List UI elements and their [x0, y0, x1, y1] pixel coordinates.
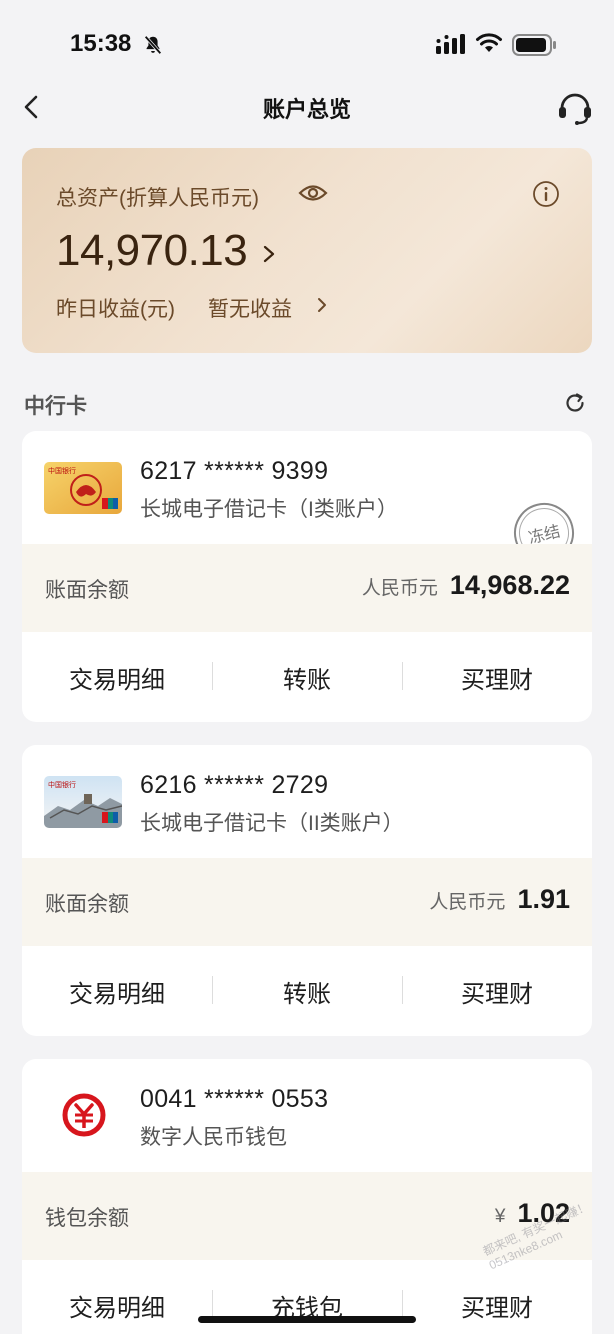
wifi-icon	[476, 33, 502, 52]
status-bar: 15:38	[0, 0, 614, 80]
account-card[interactable]: 中国银行 6216 ****** 2729 长城电子借记卡（II类账户） 账面余…	[22, 745, 592, 1036]
transfer-button[interactable]: 转账	[212, 946, 402, 1036]
debit-card-image: 中国银行	[44, 462, 122, 514]
eye-icon[interactable]	[298, 182, 328, 204]
buy-wealth-button[interactable]: 买理财	[402, 632, 592, 722]
transaction-details-button[interactable]: 交易明细	[22, 632, 212, 722]
balance-label: 钱包余额	[45, 1207, 129, 1230]
currency-label: 人民币元	[429, 892, 506, 913]
debit-card-image: 中国银行	[44, 776, 122, 828]
headset-icon[interactable]	[556, 88, 594, 126]
yesterday-yield-value[interactable]: 暂无收益	[208, 293, 292, 323]
transaction-details-button[interactable]: 交易明细	[22, 946, 212, 1036]
account-actions: 交易明细 转账 买理财	[22, 632, 592, 722]
buy-wealth-button[interactable]: 买理财	[402, 946, 592, 1036]
svg-text:中国银行: 中国银行	[48, 780, 76, 789]
section-title: 中行卡	[24, 395, 87, 418]
home-indicator[interactable]	[198, 1316, 416, 1323]
total-assets-card[interactable]: 总资产(折算人民币元) 14,970.13 昨日收益(元) 暂无收益	[22, 148, 592, 353]
balance-amount: 1.91	[517, 884, 570, 914]
transaction-details-button[interactable]: 交易明细	[22, 1260, 212, 1334]
chevron-right-icon[interactable]	[316, 296, 328, 314]
bell-slash-icon	[144, 35, 162, 55]
status-time: 15:38	[70, 30, 132, 57]
balance-label: 账面余额	[45, 893, 129, 916]
account-type: 长城电子借记卡（I类账户）	[140, 498, 398, 521]
currency-label: 人民币元	[361, 578, 438, 599]
balance-label: 账面余额	[45, 579, 129, 602]
refresh-icon[interactable]	[563, 391, 587, 415]
nav-bar: 账户总览	[0, 80, 614, 134]
wallet-type: 数字人民币钱包	[140, 1126, 287, 1149]
balance-row: 账面余额 人民币元 1.91	[22, 858, 592, 946]
page-title: 账户总览	[262, 97, 351, 122]
chevron-right-icon[interactable]	[262, 244, 276, 264]
signal-icon	[436, 34, 465, 54]
account-type: 长城电子借记卡（II类账户）	[140, 812, 404, 835]
total-assets-label: 总资产(折算人民币元)	[56, 187, 259, 210]
battery-icon	[512, 34, 556, 56]
transfer-button[interactable]: 转账	[212, 632, 402, 722]
total-assets-amount[interactable]: 14,970.13	[56, 226, 248, 276]
info-icon[interactable]	[532, 180, 560, 208]
currency-label: ¥	[494, 1206, 506, 1227]
account-number: 6217 ****** 9399	[140, 457, 329, 485]
account-number: 6216 ****** 2729	[140, 771, 329, 799]
yesterday-yield-label: 昨日收益(元)	[56, 298, 175, 321]
account-card[interactable]: 中国银行 6217 ****** 9399 长城电子借记卡（I类账户） 冻结 账…	[22, 431, 592, 722]
wallet-number: 0041 ****** 0553	[140, 1085, 329, 1113]
balance-row: 账面余额 人民币元 14,968.22	[22, 544, 592, 632]
account-actions: 交易明细 转账 买理财	[22, 946, 592, 1036]
ecny-logo	[62, 1093, 106, 1137]
svg-text:中国银行: 中国银行	[48, 466, 76, 475]
buy-wealth-button[interactable]: 买理财	[402, 1260, 592, 1334]
account-card[interactable]: 0041 ****** 0553 数字人民币钱包 钱包余额 ¥ 1.02 交易明…	[22, 1059, 592, 1334]
balance-amount: 14,968.22	[449, 570, 570, 600]
